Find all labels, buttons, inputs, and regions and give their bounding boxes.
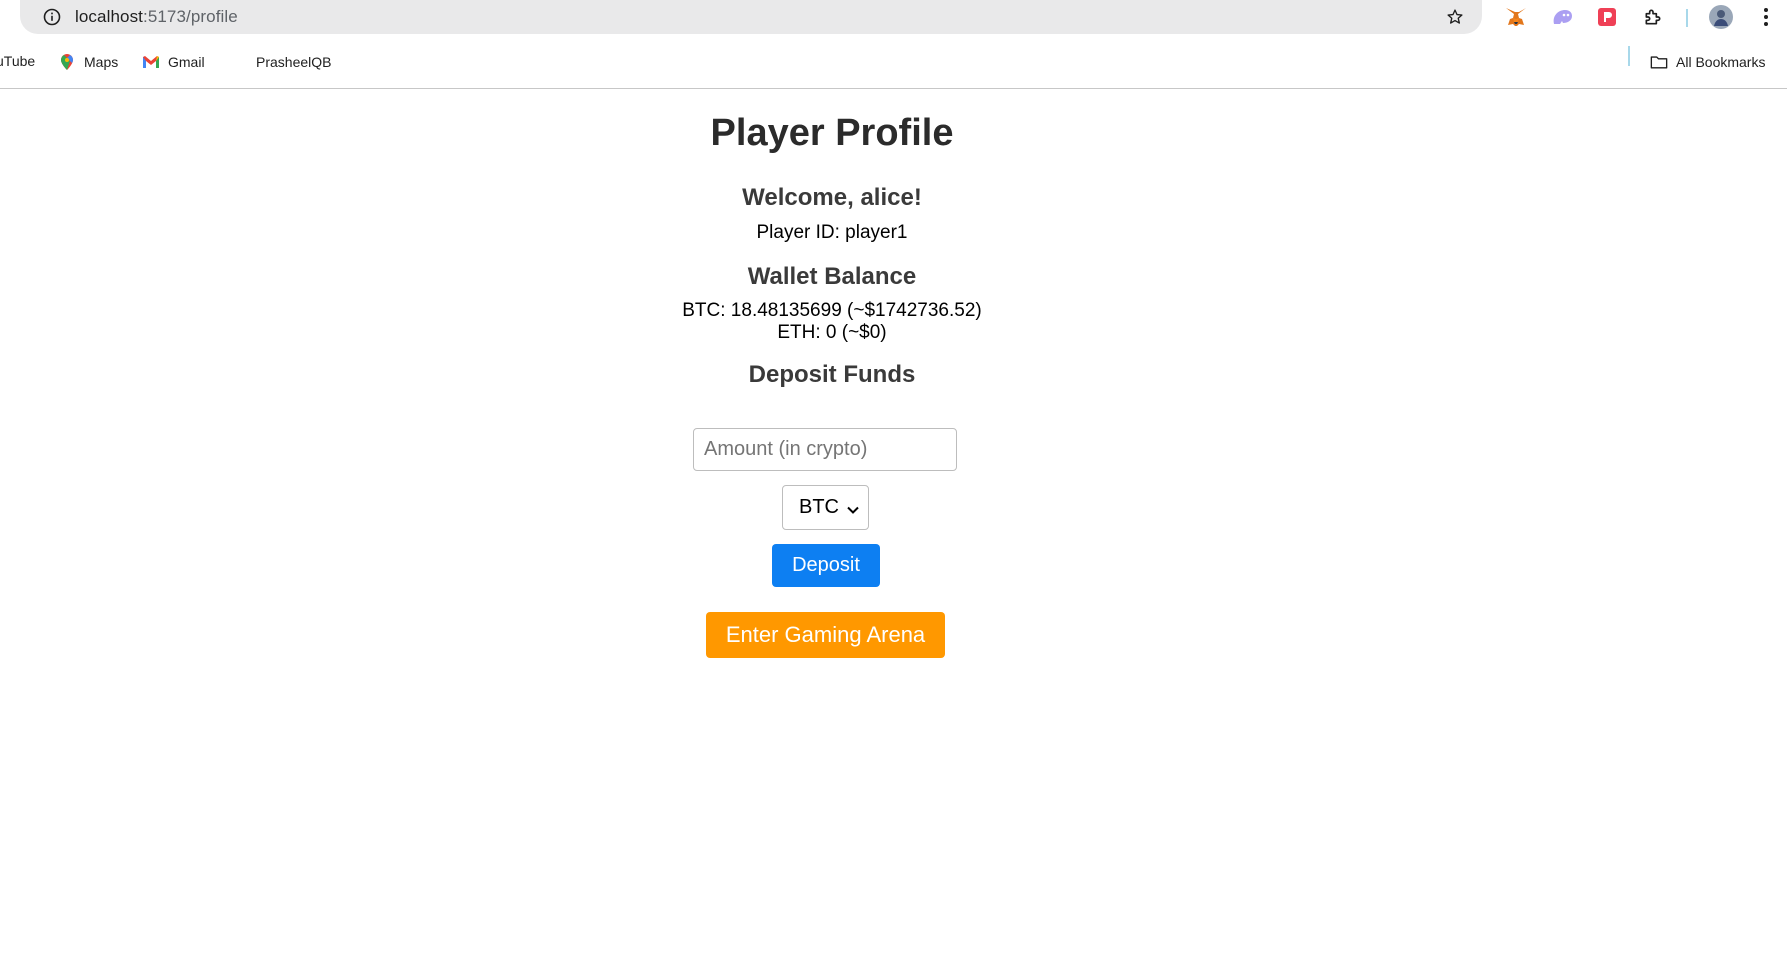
bookmark-youtube[interactable]: uTube [0, 53, 35, 69]
url-host: localhost [75, 7, 143, 26]
deposit-funds-heading: Deposit Funds [748, 361, 916, 388]
gmail-icon [142, 53, 160, 71]
profile-page: Player Profile Welcome, alice! Player ID… [0, 89, 1787, 955]
enter-gaming-arena-button[interactable]: Enter Gaming Arena [706, 612, 945, 658]
toolbar-divider [1686, 9, 1688, 27]
metamask-icon[interactable] [1505, 6, 1527, 28]
currency-selected-value: BTC [799, 496, 839, 518]
deposit-button[interactable]: Deposit [772, 544, 880, 587]
bookmark-label: PrasheelQB [256, 54, 332, 70]
amount-input[interactable] [693, 428, 957, 471]
url-path: :5173/profile [143, 7, 238, 26]
blank-page-icon [230, 53, 248, 71]
browser-toolbar: localhost:5173/profile [0, 0, 1787, 36]
all-bookmarks[interactable]: All Bookmarks [1650, 53, 1765, 71]
page-title: Player Profile [710, 112, 954, 154]
chevron-down-icon [846, 500, 860, 514]
puzzle-extensions-icon[interactable] [1642, 6, 1664, 28]
bookmarks-divider [1628, 46, 1630, 66]
bookmark-label: uTube [0, 53, 36, 69]
eth-balance: ETH: 0 (~$0) [777, 322, 887, 343]
profile-avatar-icon[interactable] [1708, 4, 1734, 30]
bookmark-maps[interactable]: Maps [58, 53, 118, 71]
bookmark-label: Maps [84, 54, 119, 70]
all-bookmarks-label: All Bookmarks [1676, 54, 1766, 70]
welcome-heading: Welcome, alice! [742, 184, 922, 211]
more-menu-icon[interactable] [1755, 6, 1777, 28]
player-id-text: Player ID: player1 [756, 222, 908, 243]
bookmark-prasheelqb[interactable]: PrasheelQB [230, 53, 331, 71]
url-text[interactable]: localhost:5173/profile [75, 7, 238, 27]
bookmarks-bar: uTube Maps Gmail PrasheelQB All Bookmark… [0, 36, 1787, 89]
google-maps-icon [58, 53, 76, 71]
bookmark-gmail[interactable]: Gmail [142, 53, 205, 71]
phantom-icon[interactable] [1551, 6, 1573, 28]
bookmark-star-icon[interactable] [1446, 8, 1464, 26]
currency-select[interactable]: BTC [782, 485, 869, 530]
bookmark-label: Gmail [168, 54, 205, 70]
address-bar[interactable]: localhost:5173/profile [20, 0, 1482, 34]
pocket-icon[interactable] [1596, 6, 1618, 28]
folder-icon [1650, 53, 1668, 71]
site-info-icon[interactable] [43, 8, 61, 26]
btc-balance: BTC: 18.48135699 (~$1742736.52) [682, 300, 982, 321]
wallet-balance-heading: Wallet Balance [747, 263, 917, 290]
